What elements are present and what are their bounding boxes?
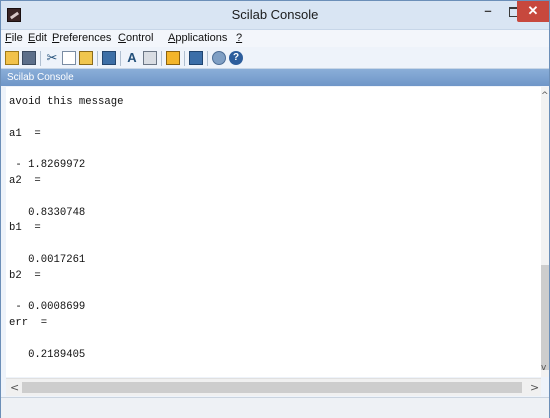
toolbar-separator — [161, 51, 162, 66]
status-bar — [1, 397, 549, 418]
toolbar: ✂ A ? — [1, 48, 549, 69]
vertical-scroll-thumb[interactable] — [541, 265, 549, 370]
menu-preferences[interactable]: Preferences — [52, 32, 111, 44]
window-title: Scilab Console — [231, 7, 319, 22]
menu-help-mnemonic: ? — [236, 32, 243, 44]
toolbar-separator — [120, 51, 121, 66]
variable-browser-icon[interactable] — [166, 51, 180, 65]
horizontal-scroll-thumb[interactable] — [22, 382, 522, 393]
console-panel-header[interactable]: Scilab Console — [1, 69, 549, 86]
module-manager-icon[interactable] — [212, 51, 226, 65]
font-icon[interactable]: A — [125, 51, 139, 65]
title-bar[interactable]: Scilab Console – ✕ — [1, 1, 549, 30]
horizontal-scrollbar[interactable]: < > — [6, 378, 541, 396]
scroll-down-icon[interactable]: v — [541, 363, 546, 373]
print-icon[interactable] — [143, 51, 157, 65]
minimize-button[interactable]: – — [475, 1, 501, 22]
menu-edit[interactable]: Edit — [28, 32, 47, 44]
open-file-icon[interactable] — [22, 51, 36, 65]
menu-applications-label: pplications — [175, 32, 228, 44]
close-button[interactable]: ✕ — [517, 1, 549, 22]
menu-file-label: ile — [11, 32, 23, 44]
vertical-scrollbar[interactable]: ^ v — [541, 87, 549, 377]
menu-preferences-label: references — [59, 32, 112, 44]
menu-control-label: ontrol — [125, 32, 154, 44]
menu-bar: File Edit Preferences Control Applicatio… — [1, 30, 549, 47]
help-icon[interactable]: ? — [229, 51, 243, 65]
toolbar-separator — [184, 51, 185, 66]
scilab-window: Scilab Console – ✕ File Edit Preferences… — [0, 0, 550, 418]
change-directory-icon[interactable] — [102, 51, 116, 65]
menu-edit-label: dit — [35, 32, 47, 44]
scroll-up-icon[interactable]: ^ — [541, 91, 549, 101]
menu-file[interactable]: File — [5, 32, 23, 44]
copy-icon[interactable] — [62, 51, 76, 65]
toolbar-separator — [40, 51, 41, 66]
console-output[interactable]: avoid this message a1 = - 1.8269972 a2 =… — [6, 87, 541, 377]
menu-file-mnemonic: F — [5, 32, 12, 44]
paste-icon[interactable] — [79, 51, 93, 65]
cut-icon[interactable]: ✂ — [45, 51, 59, 65]
scinotes-icon[interactable] — [189, 51, 203, 65]
menu-applications[interactable]: Applications — [168, 32, 227, 44]
toolbar-separator — [97, 51, 98, 66]
scroll-right-icon[interactable]: > — [530, 381, 539, 394]
toolbar-separator — [207, 51, 208, 66]
new-script-icon[interactable] — [5, 51, 19, 65]
console-text: avoid this message a1 = - 1.8269972 a2 =… — [9, 96, 124, 361]
menu-control[interactable]: Control — [118, 32, 153, 44]
menu-help[interactable]: ? — [236, 32, 242, 44]
menu-control-mnemonic: C — [118, 32, 126, 44]
scroll-left-icon[interactable]: < — [10, 381, 19, 394]
